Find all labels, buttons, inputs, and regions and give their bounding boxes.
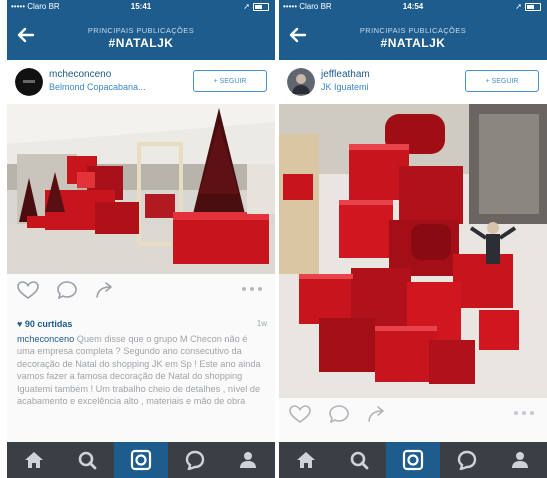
avatar[interactable] (287, 68, 315, 96)
post-location[interactable]: JK Iguatemi (321, 82, 369, 92)
tab-activity[interactable] (440, 442, 494, 478)
status-icons: ➚ (243, 0, 269, 14)
tab-search[interactable] (333, 442, 387, 478)
share-icon[interactable] (95, 281, 115, 299)
home-icon (24, 452, 43, 468)
caption-text: Quem disse que o grupo M Checon não é um… (17, 334, 261, 407)
follow-button[interactable]: + SEGUIR (465, 70, 539, 92)
nav-bar: PRINCIPAIS PUBLICAÇÕES #NATALJK (7, 14, 275, 60)
gift-boxes-photo (279, 104, 547, 398)
battery-icon (525, 3, 541, 11)
nav-subtitle: PRINCIPAIS PUBLICAÇÕES (359, 26, 467, 35)
post-caption: mcheconceno Quem disse que o grupo M Che… (17, 333, 267, 407)
profile-icon (240, 452, 257, 468)
nav-bar: PRINCIPAIS PUBLICAÇÕES #NATALJK (279, 14, 547, 60)
post-location[interactable]: Belmond Copacabana... (49, 82, 146, 92)
tab-activity[interactable] (168, 442, 222, 478)
post-actions (279, 398, 547, 428)
page-title: #NATALJK (108, 36, 174, 50)
page-title: #NATALJK (380, 36, 446, 50)
more-icon[interactable] (513, 410, 535, 416)
tab-profile[interactable] (221, 442, 275, 478)
status-bar: ••••• Claro BR 15:41 ➚ (7, 0, 275, 14)
tab-bar (279, 442, 547, 478)
location-icon: ➚ (515, 2, 522, 11)
phone-screen-right: ••••• Claro BR 14:54 ➚ PRINCIPAIS PUBLIC… (279, 0, 547, 478)
follow-button[interactable]: + SEGUIR (193, 70, 267, 92)
post-photo[interactable] (7, 104, 275, 274)
more-icon[interactable] (241, 286, 263, 292)
search-icon (351, 451, 369, 470)
post-username[interactable]: jeffleatham (321, 69, 370, 80)
tab-home[interactable] (279, 442, 333, 478)
heart-icon[interactable] (289, 405, 311, 423)
tab-profile[interactable] (493, 442, 547, 478)
clock: 15:41 (130, 2, 152, 11)
post-header: mcheconceno Belmond Copacabana... + SEGU… (7, 60, 275, 104)
status-bar: ••••• Claro BR 14:54 ➚ (279, 0, 547, 14)
post-header: jeffleatham JK Iguatemi + SEGUIR (279, 60, 547, 104)
post-photo[interactable] (279, 104, 547, 398)
mall-christmas-photo (7, 104, 275, 274)
post-time: 1w (256, 319, 267, 328)
likes-count[interactable]: ♥ 90 curtidas (17, 319, 72, 329)
tab-camera[interactable] (114, 442, 168, 478)
camera-icon (402, 449, 424, 471)
activity-icon (457, 450, 476, 470)
status-icons: ➚ (515, 0, 541, 14)
post-actions (7, 274, 275, 304)
comment-icon[interactable] (57, 281, 77, 299)
heart-icon[interactable] (17, 281, 39, 299)
search-icon (79, 451, 97, 470)
caption-username[interactable]: mcheconceno (17, 334, 74, 344)
battery-icon (253, 3, 269, 11)
phone-screen-left: ••••• Claro BR 15:41 ➚ PRINCIPAIS PUBLIC… (7, 0, 275, 478)
tab-search[interactable] (61, 442, 115, 478)
home-icon (296, 452, 315, 468)
share-icon[interactable] (367, 405, 387, 423)
avatar[interactable] (15, 68, 43, 96)
tab-camera[interactable] (386, 442, 440, 478)
profile-icon (512, 452, 529, 468)
camera-icon (130, 449, 152, 471)
tab-home[interactable] (7, 442, 61, 478)
post-caption-area: ♥ 90 curtidas 1w mcheconceno Quem disse … (7, 319, 275, 443)
nav-subtitle: PRINCIPAIS PUBLICAÇÕES (87, 26, 195, 35)
post-username[interactable]: mcheconceno (49, 69, 111, 80)
comment-icon[interactable] (329, 405, 349, 423)
clock: 14:54 (402, 2, 424, 11)
location-icon: ➚ (243, 2, 250, 11)
tab-bar (7, 442, 275, 478)
activity-icon (185, 450, 204, 470)
